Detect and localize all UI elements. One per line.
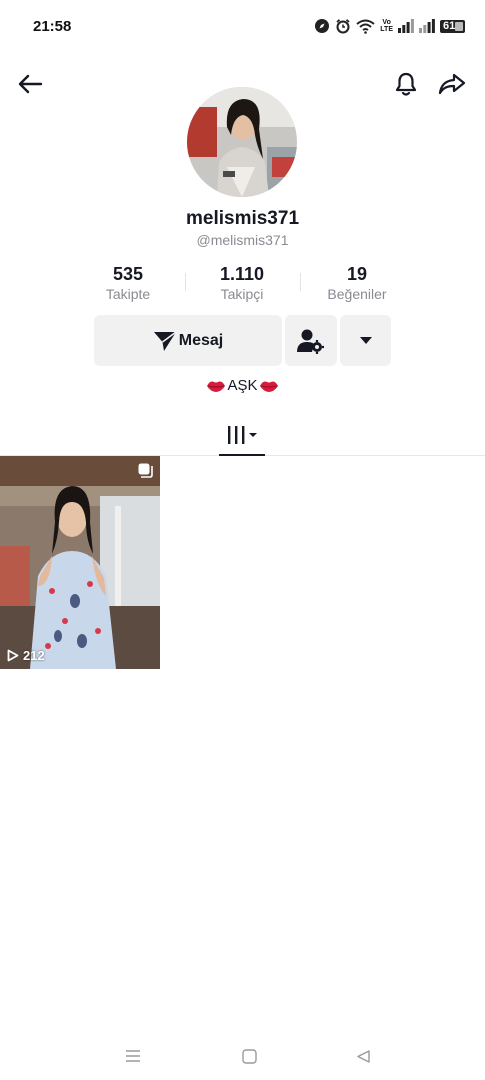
follow-settings-button[interactable]	[285, 315, 337, 366]
system-back-button[interactable]	[350, 1044, 376, 1068]
home-square-icon	[241, 1048, 257, 1064]
volte-icon: Vo LTE	[380, 19, 393, 33]
avatar-photo	[187, 87, 297, 197]
bio: AŞK	[0, 377, 485, 394]
system-nav-bar	[0, 1036, 485, 1076]
compass-icon	[314, 17, 330, 35]
menu-icon	[126, 1050, 140, 1062]
system-menu-button[interactable]	[120, 1044, 146, 1068]
stat-likes[interactable]: 19 Beğeniler	[297, 263, 417, 303]
signal-icon	[398, 17, 414, 35]
bell-icon	[395, 72, 417, 96]
stat-count: 19	[346, 264, 368, 284]
pinned-square-icon	[137, 462, 153, 483]
profile-actions: Mesaj	[0, 315, 485, 366]
stat-label: Takipte	[105, 286, 151, 302]
tab-videos[interactable]	[219, 414, 265, 456]
stats-row: 535 Takipte 1.110 Takipçi 19 Beğeniler	[0, 263, 485, 305]
lips-icon	[207, 381, 226, 392]
user-gear-icon	[297, 329, 324, 354]
status-bar: 21:58 Vo LTE 61	[0, 0, 485, 56]
play-outline-icon	[7, 649, 19, 662]
video-views: 212	[23, 648, 45, 663]
more-dropdown-button[interactable]	[340, 315, 391, 366]
stat-label: Beğeniler	[327, 286, 387, 302]
back-button[interactable]	[12, 66, 48, 102]
battery-level: 61	[443, 19, 456, 32]
battery-icon: 61	[440, 17, 465, 35]
signal-icon	[419, 17, 435, 35]
share-button[interactable]	[434, 66, 470, 102]
notification-bell-button[interactable]	[388, 66, 424, 102]
back-triangle-icon	[356, 1049, 370, 1063]
stat-count: 1.110	[219, 264, 265, 284]
video-view-count: 212	[7, 648, 45, 663]
alarm-icon	[335, 17, 351, 35]
content-tabbar	[0, 414, 485, 456]
handle: @melismis371	[196, 232, 289, 248]
grid-bars-icon	[228, 426, 257, 444]
arrow-left-icon	[18, 74, 43, 94]
stat-followers[interactable]: 1.110 Takipçi	[182, 263, 302, 303]
caret-down-icon	[359, 336, 372, 344]
tab-active-indicator	[219, 454, 265, 456]
status-icons: Vo LTE 61	[314, 17, 465, 35]
status-time: 21:58	[33, 18, 72, 35]
stat-label: Takipçi	[220, 286, 264, 302]
share-arrow-icon	[438, 73, 466, 95]
stat-following[interactable]: 535 Takipte	[68, 263, 188, 303]
avatar[interactable]	[187, 87, 297, 197]
system-home-button[interactable]	[236, 1044, 262, 1068]
message-button-label: Mesaj	[178, 331, 224, 349]
bio-text: AŞK	[227, 377, 258, 394]
wifi-icon	[356, 17, 375, 35]
video-thumbnail[interactable]: 212	[0, 456, 160, 669]
lips-icon	[259, 381, 278, 392]
video-thumbnail-image	[0, 456, 160, 669]
send-plane-icon	[153, 330, 177, 351]
stat-count: 535	[112, 264, 144, 284]
message-button[interactable]: Mesaj	[94, 315, 282, 366]
username: melismis371	[185, 208, 300, 229]
